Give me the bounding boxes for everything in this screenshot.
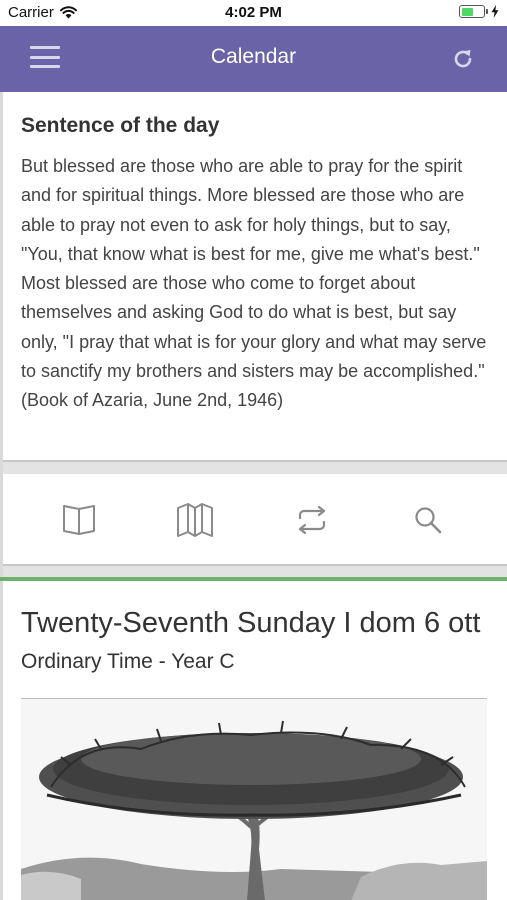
search-icon xyxy=(415,507,442,534)
navigation-bar: Calendar xyxy=(0,26,507,92)
liturgical-season: Ordinary Time - Year C xyxy=(21,650,235,673)
section-divider xyxy=(3,564,507,577)
day-title: Twenty-Seventh Sunday I dom 6 ott xyxy=(21,607,481,639)
open-book-button[interactable] xyxy=(59,500,99,540)
tree-illustration xyxy=(21,720,487,900)
battery-tip xyxy=(486,9,488,14)
map-button[interactable] xyxy=(175,500,215,540)
repeat-icon xyxy=(298,505,326,535)
battery-icon xyxy=(459,5,485,18)
map-icon xyxy=(177,503,213,537)
sentence-of-the-day-card: Sentence of the day But blessed are thos… xyxy=(3,92,507,460)
action-toolbar xyxy=(3,474,507,564)
search-button[interactable] xyxy=(408,500,448,540)
page-title: Calendar xyxy=(210,45,297,68)
status-bar: Carrier 4:02 PM xyxy=(0,0,507,26)
sentence-text: But blessed are those who are able to pr… xyxy=(21,156,487,411)
section-divider xyxy=(3,460,507,474)
refresh-icon[interactable] xyxy=(451,47,475,71)
accent-divider xyxy=(0,577,507,581)
repeat-button[interactable] xyxy=(292,500,332,540)
status-time: 4:02 PM xyxy=(225,4,282,21)
charging-bolt-icon xyxy=(491,5,499,18)
battery-group xyxy=(459,5,499,18)
day-illustration xyxy=(21,698,487,900)
open-book-icon xyxy=(63,505,95,535)
battery-level-fill xyxy=(461,7,474,16)
sentence-title: Sentence of the day xyxy=(21,114,220,137)
